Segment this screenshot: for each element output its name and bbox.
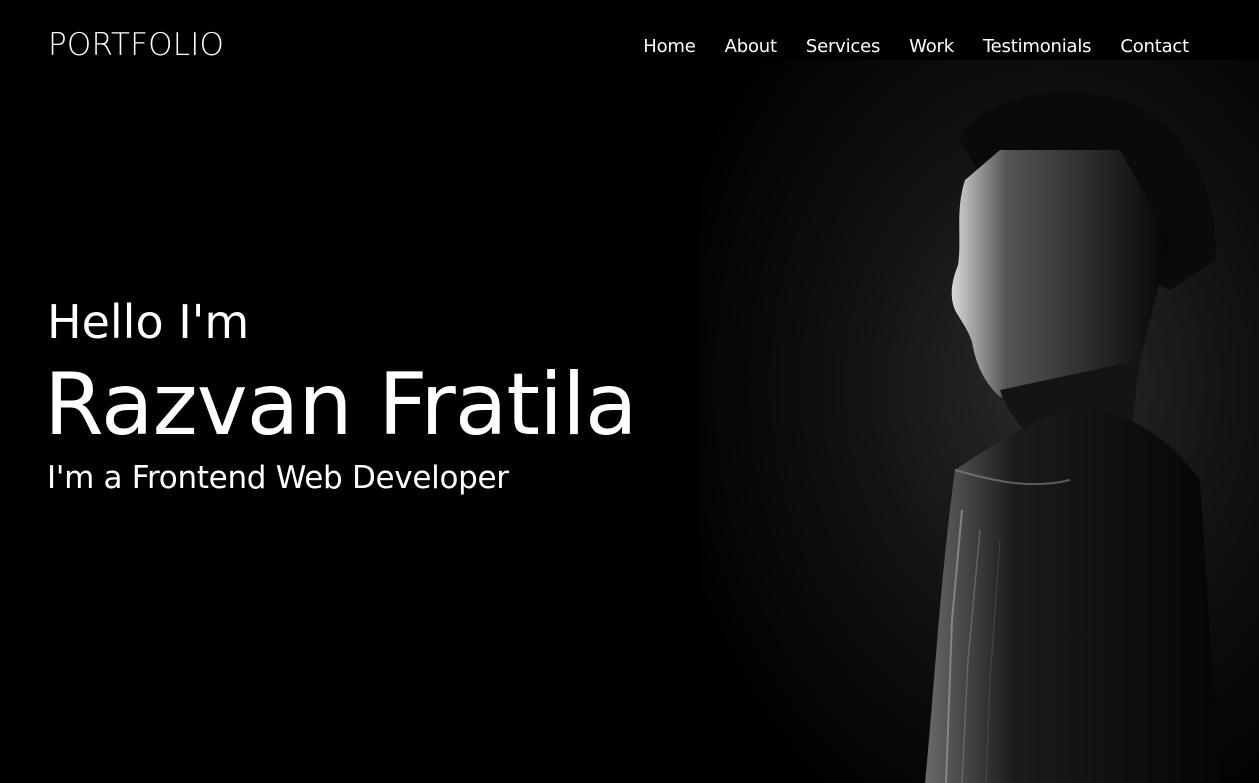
site-header: PORTFOLIO Home About Services Work Testi… [0,0,1259,90]
nav-link-contact[interactable]: Contact [1120,34,1189,60]
nav-link-work[interactable]: Work [909,34,954,60]
main-nav: Home About Services Work Testimonials Co… [614,34,1189,60]
hero-section: PORTFOLIO Home About Services Work Testi… [0,0,1259,783]
nav-link-about[interactable]: About [725,34,777,60]
hero-greeting: Hello I'm [47,295,250,349]
hero-role: I'm a Frontend Web Developer [47,460,509,496]
portrait-image [700,60,1259,783]
nav-link-testimonials[interactable]: Testimonials [983,34,1092,60]
nav-link-home[interactable]: Home [643,34,696,60]
hero-intro: Hello I'm Razvan Fratila I'm a Frontend … [44,292,638,498]
hero-name: Razvan Fratila [44,355,638,455]
nav-link-services[interactable]: Services [806,34,881,60]
logo-link[interactable]: PORTFOLIO [48,26,224,64]
